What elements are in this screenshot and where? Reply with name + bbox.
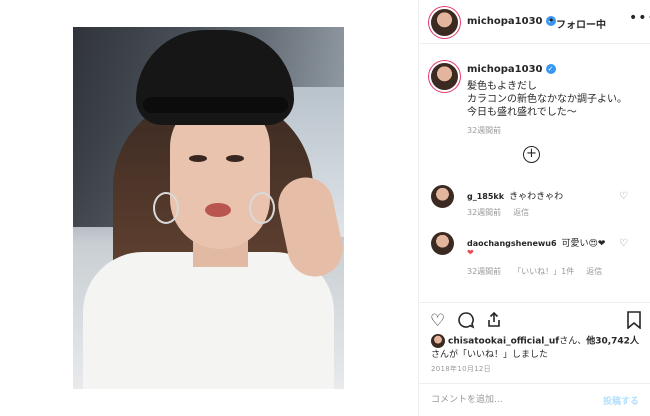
photo-earring-left <box>153 192 179 224</box>
post-photo[interactable] <box>73 27 344 389</box>
photo-eye-left <box>189 155 207 162</box>
bookmark-icon[interactable] <box>626 311 642 334</box>
action-bar: ♡ <box>419 302 650 338</box>
comment-text: きゃわきゃわ <box>509 192 564 202</box>
comment-text: 可愛い😍❤ <box>561 239 606 249</box>
comment-time[interactable]: 32週間前 <box>467 267 501 276</box>
photo-beret-band <box>143 97 288 113</box>
comment-like-heart-icon[interactable]: ♡ <box>619 238 628 249</box>
comment-text-row: daochangshenewu6 可愛い😍❤ <box>467 236 605 249</box>
photo-eye-right <box>226 155 244 162</box>
commenter-avatar[interactable] <box>431 185 454 208</box>
likes-count-button[interactable]: 他30,742人 <box>586 337 639 347</box>
liker-username[interactable]: chisatookai_official_uf <box>448 337 559 347</box>
caption-line-3: 今日も盛れ盛れでした〜 <box>467 107 577 118</box>
more-icon[interactable]: ••• <box>629 10 650 26</box>
share-icon[interactable] <box>485 311 503 334</box>
likes-summary: chisatookai_official_ufさん、他30,742人 さんが「い… <box>431 334 646 362</box>
commenter-username[interactable]: daochangshenewu6 <box>467 239 557 248</box>
caption-avatar[interactable] <box>431 63 458 90</box>
comment-like-heart-icon[interactable]: ♡ <box>619 191 628 202</box>
caption-username-text[interactable]: michopa1030 <box>467 64 543 75</box>
author-username-text[interactable]: michopa1030 <box>467 16 543 27</box>
header-separator: • <box>548 14 555 27</box>
comment-input[interactable] <box>431 392 591 408</box>
liker-avatar[interactable] <box>431 334 445 348</box>
media-area <box>0 0 418 416</box>
post-date[interactable]: 2018年10月12日 <box>431 364 491 374</box>
caption-username[interactable]: michopa1030 ✓ <box>467 64 556 75</box>
author-avatar[interactable] <box>431 9 458 36</box>
caption-period: . <box>539 64 543 75</box>
comment-likes[interactable]: 「いいね！」1件 <box>513 267 574 276</box>
comment-heart-emoji-icon: ❤ <box>467 248 474 257</box>
caption-time[interactable]: 32週間前 <box>467 125 501 136</box>
share-svg <box>488 311 500 327</box>
likes-connector: さん、 <box>559 336 587 347</box>
author-username[interactable]: michopa1030 ✓ <box>467 16 556 27</box>
following-button[interactable]: フォロー中 <box>556 16 606 31</box>
heart-icon[interactable]: ♡ <box>430 311 445 331</box>
commenter-avatar[interactable] <box>431 232 454 255</box>
post-sidebar: michopa1030✓ • フォロー中 ••• michopa1030✓ . … <box>418 0 650 416</box>
likes-tail-text: さんが「いいね！」しました <box>431 349 549 360</box>
reply-button[interactable]: 返信 <box>513 208 529 217</box>
bookmark-svg <box>627 311 641 330</box>
comment-bubble-svg <box>458 312 475 329</box>
reply-button[interactable]: 返信 <box>586 267 602 276</box>
comments-section[interactable]: michopa1030 ✓ . 髪色もよきだし カラコンの新色なかなか調子よい。 … <box>419 44 650 302</box>
photo-lips <box>205 203 231 217</box>
comment-meta: 32週間前 「いいね！」1件 返信 <box>467 266 614 277</box>
post-comment-button[interactable]: 投稿する <box>603 394 639 407</box>
verified-icon: ✓ <box>545 64 556 74</box>
comment-meta: 32週間前 返信 <box>467 207 541 218</box>
comment-time[interactable]: 32週間前 <box>467 208 501 217</box>
add-comment-bar: 投稿する <box>419 383 650 416</box>
load-more-comments-icon[interactable]: + <box>523 146 540 163</box>
comment-text-row: g_185kk きゃわきゃわ <box>467 189 563 202</box>
photo-earring-right <box>249 192 275 224</box>
photo-shirt <box>83 252 334 389</box>
commenter-username[interactable]: g_185kk <box>467 192 504 201</box>
post-modal: michopa1030✓ • フォロー中 ••• michopa1030✓ . … <box>0 0 650 416</box>
post-header: michopa1030✓ • フォロー中 ••• <box>419 0 650 44</box>
comment-icon[interactable] <box>457 311 475 334</box>
